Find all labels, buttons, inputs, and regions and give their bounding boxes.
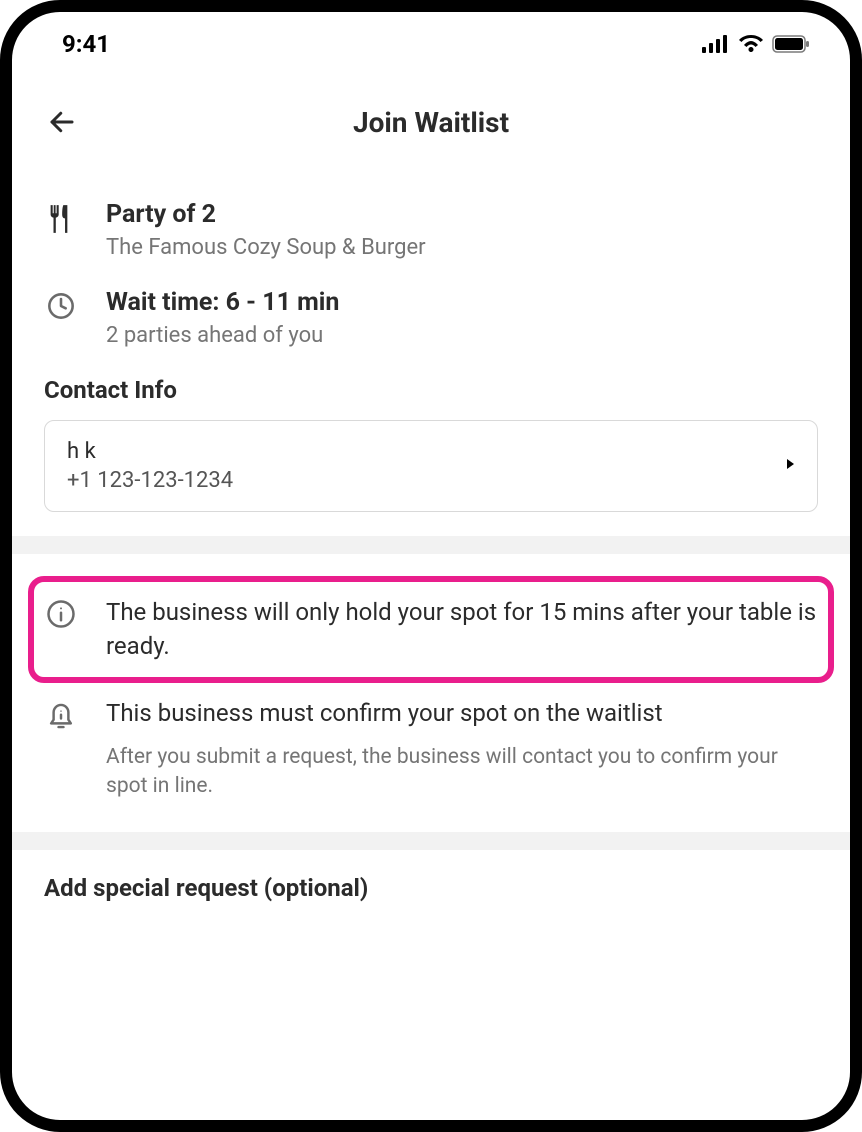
wait-title: Wait time: 6 - 11 min bbox=[106, 288, 818, 317]
info-icon bbox=[44, 596, 78, 663]
hold-notice-text: The business will only hold your spot fo… bbox=[106, 596, 818, 663]
page-header: Join Waitlist bbox=[12, 68, 850, 160]
device-frame: 9:41 Join Waitlist Party of 2 The bbox=[0, 0, 862, 1132]
chevron-right-icon bbox=[785, 458, 795, 474]
confirm-notice-title: This business must confirm your spot on … bbox=[106, 697, 818, 731]
signal-icon bbox=[702, 35, 730, 53]
status-icons bbox=[702, 35, 810, 53]
special-request-label: Add special request (optional) bbox=[44, 874, 818, 902]
party-title: Party of 2 bbox=[106, 200, 818, 229]
contact-phone: +1 123-123-1234 bbox=[67, 468, 233, 493]
venue-name: The Famous Cozy Soup & Burger bbox=[106, 235, 818, 260]
back-button[interactable] bbox=[42, 102, 82, 142]
party-row: Party of 2 The Famous Cozy Soup & Burger bbox=[44, 200, 818, 260]
hold-notice: The business will only hold your spot fo… bbox=[28, 576, 834, 683]
confirm-notice: This business must confirm your spot on … bbox=[44, 697, 818, 801]
utensils-icon bbox=[44, 200, 78, 260]
wait-row: Wait time: 6 - 11 min 2 parties ahead of… bbox=[44, 288, 818, 348]
contact-name: h k bbox=[67, 439, 233, 464]
section-divider bbox=[12, 536, 850, 554]
wifi-icon bbox=[738, 35, 764, 53]
status-bar: 9:41 bbox=[12, 12, 850, 68]
contact-label: Contact Info bbox=[44, 376, 818, 404]
contact-card[interactable]: h k +1 123-123-1234 bbox=[44, 420, 818, 512]
section-divider bbox=[12, 832, 850, 850]
battery-icon bbox=[772, 35, 810, 53]
status-time: 9:41 bbox=[62, 30, 110, 58]
confirm-notice-sub: After you submit a request, the business… bbox=[106, 743, 818, 802]
page-title: Join Waitlist bbox=[12, 106, 850, 139]
clock-icon bbox=[44, 288, 78, 348]
wait-ahead: 2 parties ahead of you bbox=[106, 323, 818, 348]
bell-icon bbox=[44, 697, 78, 801]
